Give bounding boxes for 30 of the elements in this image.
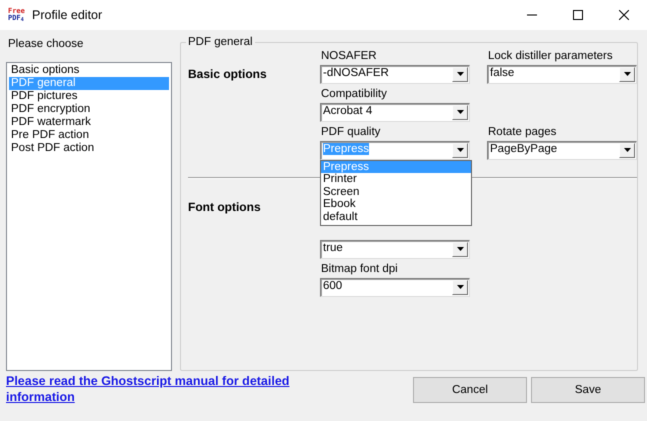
list-option[interactable]: default [321, 210, 471, 223]
dropdown[interactable]: -dNOSAFER [320, 64, 470, 84]
dialog-button[interactable]: Cancel [413, 377, 527, 404]
dialog-button[interactable]: Save [531, 377, 645, 404]
field-label: Lock distiller parameters [487, 50, 614, 64]
group-title: PDF general [187, 37, 254, 48]
list-label: Please choose [8, 38, 84, 52]
list-item[interactable]: PDF watermark [9, 116, 169, 130]
list-item[interactable]: Pre PDF action [9, 129, 169, 142]
field-label: NOSAFER [320, 50, 378, 64]
list-option[interactable]: Screen [321, 186, 471, 198]
dropdown[interactable]: true [320, 240, 470, 258]
dropdown[interactable]: Acrobat 4 [320, 102, 470, 122]
section-title: Basic options [188, 66, 267, 80]
field-label: PDF quality [320, 126, 382, 140]
window-title: Profile editor [32, 8, 102, 22]
list-item[interactable]: Post PDF action [9, 142, 169, 156]
field-label: Rotate pages [487, 126, 558, 140]
list-option[interactable]: Printer [321, 173, 471, 186]
dropdown[interactable]: 600 [320, 278, 470, 296]
field-label: Compatibility [320, 88, 388, 102]
dropdown[interactable]: PageByPage [487, 140, 637, 160]
list-item[interactable]: PDF pictures [9, 90, 169, 104]
list-item[interactable]: PDF encryption [9, 103, 169, 116]
list-item[interactable]: Basic options [9, 64, 169, 78]
dropdown[interactable]: false [487, 64, 637, 84]
field-label: Bitmap font dpi [320, 262, 399, 276]
section-title: Font options [188, 200, 261, 214]
list-option[interactable]: Ebook [321, 198, 471, 210]
manual-link[interactable]: Please read the Ghostscript manual for detailed information [6, 373, 346, 406]
